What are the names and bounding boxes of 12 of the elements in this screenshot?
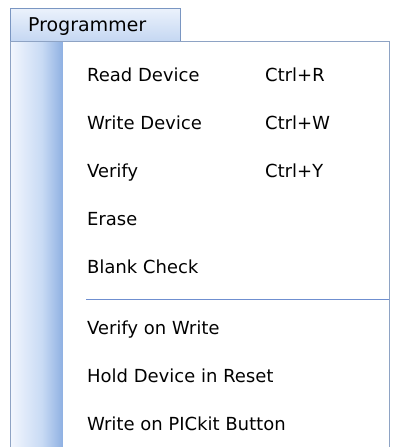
shortcut-text: Ctrl+Y <box>265 160 324 182</box>
menu-item[interactable]: Read Device Ctrl+R <box>75 58 337 92</box>
menu-item[interactable]: Write Device Ctrl+W <box>75 106 342 140</box>
menu-title[interactable]: Programmer <box>10 8 181 41</box>
menu-item[interactable]: Erase <box>75 202 277 236</box>
shortcut-text: Ctrl+R <box>265 64 325 86</box>
shortcut-text: Ctrl+W <box>265 112 330 134</box>
menu-item[interactable]: Blank Check <box>75 250 277 284</box>
menu-item[interactable]: Write on PICkit Button <box>75 407 298 441</box>
menu-item[interactable]: Hold Device in Reset <box>75 359 286 393</box>
menu-item[interactable]: Verify Ctrl+Y <box>75 154 336 188</box>
menu-item[interactable]: Verify on Write <box>75 311 277 345</box>
